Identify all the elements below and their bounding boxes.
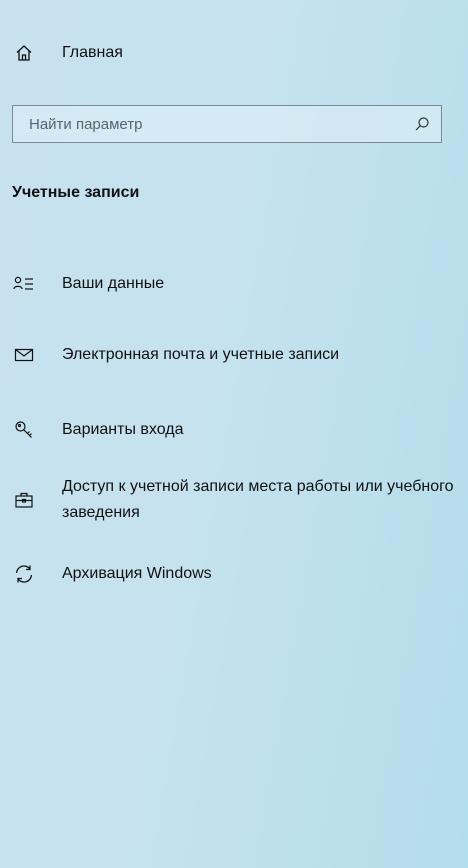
nav-item-work-access[interactable]: Доступ к учетной записи места работы или…: [12, 474, 462, 526]
mail-icon: [12, 343, 36, 367]
nav-item-sign-in-options[interactable]: Варианты входа: [12, 417, 184, 443]
home-icon: [14, 43, 34, 63]
section-title: Учетные записи: [12, 184, 140, 201]
search-input[interactable]: [13, 106, 403, 142]
nav-item-your-info[interactable]: Ваши данные: [12, 271, 164, 297]
settings-nav-pane: Главная Учетные записи Ваши данные: [0, 0, 468, 868]
nav-item-label: Доступ к учетной записи места работы или…: [62, 478, 454, 521]
nav-home-label: Главная: [62, 44, 123, 61]
person-list-icon: [12, 272, 36, 296]
search-icon[interactable]: [403, 106, 441, 142]
nav-item-label: Варианты входа: [62, 421, 184, 438]
search-box[interactable]: [12, 105, 442, 143]
sync-icon: [12, 562, 36, 586]
key-icon: [12, 418, 36, 442]
nav-item-label: Электронная почта и учетные записи: [62, 346, 340, 363]
nav-item-label: Ваши данные: [62, 275, 165, 292]
nav-item-backup[interactable]: Архивация Windows: [12, 561, 212, 587]
briefcase-icon: [12, 488, 36, 512]
nav-item-email-accounts[interactable]: Электронная почта и учетные записи: [12, 342, 339, 368]
nav-home[interactable]: Главная: [14, 40, 123, 66]
nav-item-label: Архивация Windows: [62, 565, 212, 582]
